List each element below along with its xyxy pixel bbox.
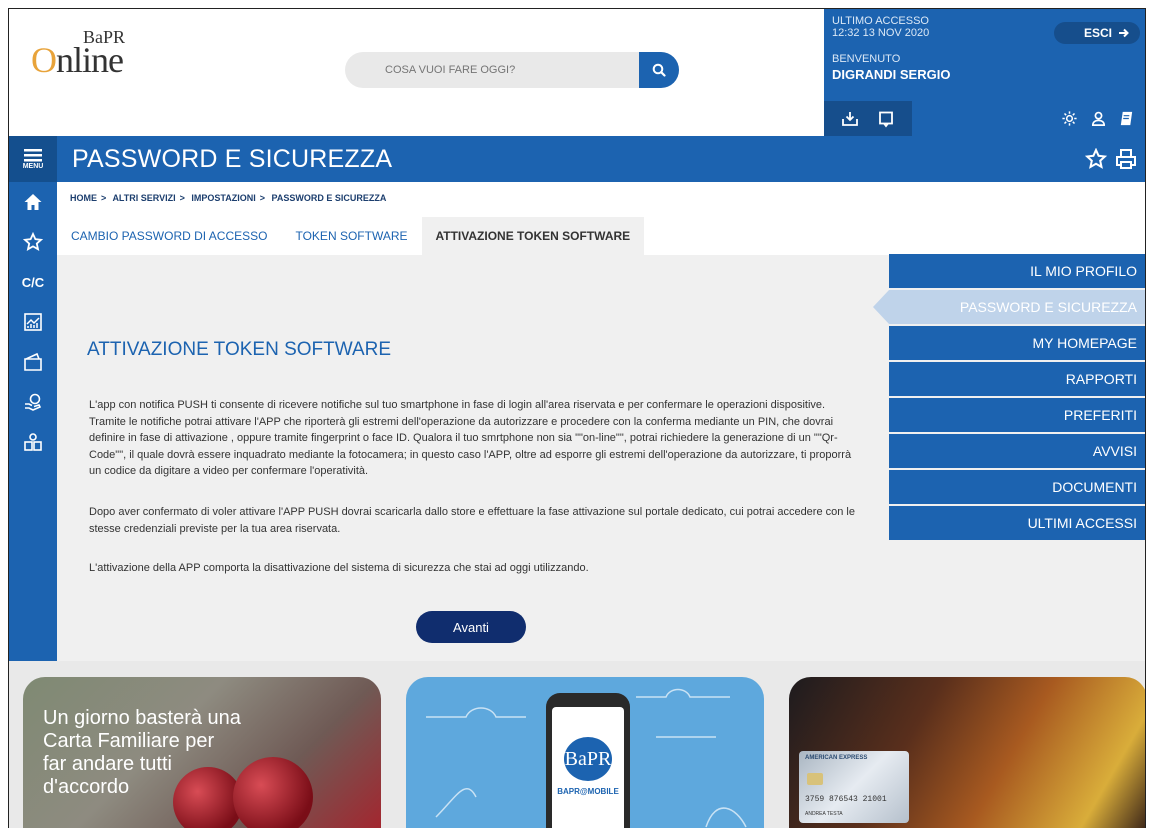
sidebar-item-cards[interactable] — [9, 342, 57, 382]
tab-change-password[interactable]: CAMBIO PASSWORD DI ACCESSO — [57, 217, 281, 255]
user-settings-actions — [1049, 101, 1145, 136]
menu-item-my-homepage[interactable]: MY HOMEPAGE — [889, 326, 1145, 360]
breadcrumb-settings[interactable]: IMPOSTAZIONI — [191, 193, 255, 203]
banner-family-card[interactable]: Un giorno basterà una Carta Familiare pe… — [23, 677, 381, 828]
logout-button[interactable]: ESCI — [1054, 22, 1140, 44]
next-button[interactable]: Avanti — [416, 611, 526, 643]
tab-software-token[interactable]: TOKEN SOFTWARE — [281, 217, 421, 255]
message-icon[interactable] — [877, 110, 895, 128]
card-number: 3759 876543 21001 — [805, 795, 887, 804]
book-icon[interactable] — [1118, 110, 1135, 127]
last-access-label: ULTIMO ACCESSO — [832, 15, 929, 27]
header: BaPR Online ULTIMO ACCESSO 12:32 13 NOV … — [9, 9, 1145, 136]
app-frame: BaPR Online ULTIMO ACCESSO 12:32 13 NOV … — [8, 8, 1146, 828]
logout-label: ESCI — [1083, 26, 1112, 40]
card-brand: AMERICAN EXPRESS — [805, 755, 868, 761]
search-input[interactable] — [345, 52, 639, 88]
search-button[interactable] — [639, 52, 679, 88]
inbox-download-icon[interactable] — [841, 110, 859, 128]
hamburger-icon — [24, 148, 42, 161]
menu-item-last-access[interactable]: ULTIMI ACCESSI — [889, 506, 1145, 540]
app-name: BAPR@MOBILE — [557, 787, 619, 796]
wallet-icon — [24, 352, 42, 371]
menu-button[interactable]: MENU — [9, 136, 57, 182]
promo-banners: Un giorno basterà una Carta Familiare pe… — [9, 661, 1145, 828]
profile-menu: IL MIO PROFILO PASSWORD E SICUREZZA MY H… — [873, 254, 1145, 542]
search-bar — [345, 52, 679, 88]
menu-item-notices[interactable]: AVVISI — [889, 434, 1145, 468]
last-access-value: 12:32 13 NOV 2020 — [832, 27, 930, 39]
hand-money-icon — [25, 393, 42, 411]
breadcrumb-current: PASSWORD E SICUREZZA — [271, 193, 387, 203]
card-holder: ANDREA TESTA — [805, 811, 843, 817]
search-icon — [652, 63, 666, 77]
banner-mobile-app[interactable]: BaPR BAPR@MOBILE — [406, 677, 764, 828]
sidebar-item-investments[interactable] — [9, 302, 57, 342]
tab-bar: CAMBIO PASSWORD DI ACCESSO TOKEN SOFTWAR… — [57, 217, 645, 255]
menu-item-favorites[interactable]: PREFERITI — [889, 398, 1145, 432]
breadcrumb-other-services[interactable]: ALTRI SERVIZI — [112, 193, 175, 203]
current-account-label: C/C — [21, 274, 45, 290]
left-sidebar: MENU C/C — [9, 136, 57, 661]
cherry-image — [233, 757, 313, 828]
menu-label: MENU — [22, 162, 44, 170]
phone-illustration: BaPR BAPR@MOBILE — [546, 693, 630, 828]
menu-item-password-security[interactable]: PASSWORD E SICUREZZA — [873, 290, 1145, 324]
menu-item-my-profile[interactable]: IL MIO PROFILO — [889, 254, 1145, 288]
sidebar-item-loans[interactable] — [9, 382, 57, 422]
print-icon[interactable] — [1115, 148, 1137, 170]
banner-family-card-text: Un giorno basterà una Carta Familiare pe… — [43, 707, 241, 798]
logo-wordmark: Online — [31, 40, 124, 80]
sidebar-item-current-account[interactable]: C/C — [9, 262, 57, 302]
card-chip — [807, 773, 823, 785]
gear-icon[interactable] — [1061, 110, 1078, 127]
tab-activate-software-token[interactable]: ATTIVAZIONE TOKEN SOFTWARE — [421, 217, 645, 255]
user-quick-actions — [824, 101, 912, 136]
people-icon — [24, 433, 42, 451]
user-icon[interactable] — [1090, 110, 1107, 127]
app-logo: BaPR — [564, 737, 612, 781]
last-access: ULTIMO ACCESSO 12:32 13 NOV 2020 — [832, 15, 929, 39]
info-paragraph-3: L'attivazione della APP comporta la disa… — [89, 562, 589, 574]
banner-amex-card[interactable]: AMERICAN EXPRESS 3759 876543 21001 ANDRE… — [789, 677, 1145, 828]
page-title-bar: PASSWORD E SICUREZZA — [57, 136, 1145, 182]
section-heading: ATTIVAZIONE TOKEN SOFTWARE — [87, 339, 392, 360]
sidebar-item-people[interactable] — [9, 422, 57, 462]
sidebar-item-home[interactable] — [9, 182, 57, 222]
star-icon — [23, 232, 43, 251]
sidebar-item-favorites[interactable] — [9, 222, 57, 262]
home-icon — [24, 194, 42, 210]
info-paragraph-2: Dopo aver confermato di voler attivare l… — [89, 506, 855, 535]
menu-item-relationships[interactable]: RAPPORTI — [889, 362, 1145, 396]
arrow-right-icon — [1119, 28, 1129, 38]
user-panel: ULTIMO ACCESSO 12:32 13 NOV 2020 BENVENU… — [824, 9, 1145, 136]
favorite-star-icon[interactable] — [1085, 148, 1107, 170]
menu-item-documents[interactable]: DOCUMENTI — [889, 470, 1145, 504]
bank-logo[interactable]: BaPR Online — [31, 25, 161, 85]
chart-icon — [24, 313, 42, 331]
user-name: DIGRANDI SERGIO — [832, 67, 951, 82]
credit-card-image: AMERICAN EXPRESS 3759 876543 21001 ANDRE… — [799, 751, 909, 823]
page-title: PASSWORD E SICUREZZA — [72, 145, 393, 173]
breadcrumb-home[interactable]: HOME — [70, 193, 97, 203]
breadcrumb: HOME > ALTRI SERVIZI > IMPOSTAZIONI > PASSW… — [70, 193, 387, 203]
info-paragraph-1: L'app con notifica PUSH ti consente di r… — [89, 399, 852, 477]
welcome-label: BENVENUTO — [832, 53, 901, 65]
